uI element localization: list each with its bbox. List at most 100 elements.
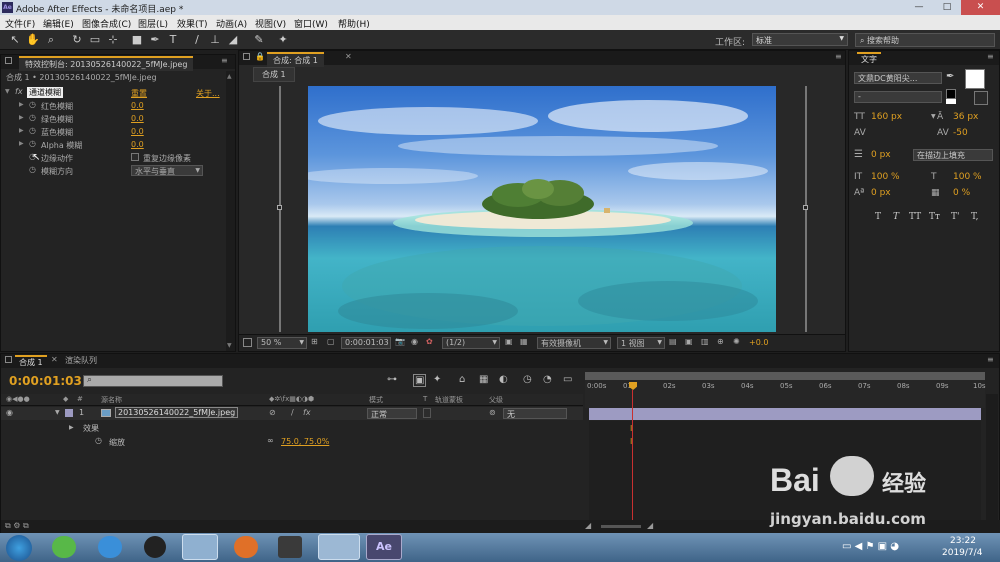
faux-italic-button[interactable]: T — [893, 212, 899, 222]
layer-search-input[interactable]: ⌕ — [83, 375, 223, 387]
resolution-select[interactable]: (1/2) ▼ — [442, 337, 500, 349]
lock-icon[interactable]: 🔒 — [255, 52, 265, 61]
label-color-swatch[interactable] — [65, 409, 73, 417]
effect-name[interactable]: 通道模糊 — [27, 87, 63, 98]
graph-editor-icon[interactable]: ▭ — [563, 374, 572, 385]
expand-arrow-icon[interactable]: ▶ — [19, 114, 24, 121]
close-button[interactable]: ✕ — [961, 0, 1000, 15]
stopwatch-icon[interactable]: ◷ — [29, 165, 36, 174]
exposure-value[interactable]: +0.0 — [749, 338, 768, 347]
tab-render-queue[interactable]: 渲染队列 — [65, 355, 97, 366]
pen-tool-icon[interactable]: ✒ — [148, 33, 162, 47]
clock-date[interactable]: 2019/7/4 — [942, 548, 982, 558]
expand-arrow-icon[interactable]: ▶ — [19, 140, 24, 147]
panel-menu-icon[interactable] — [243, 53, 250, 60]
expand-arrow-icon[interactable]: ▼ — [55, 409, 60, 416]
keyframe-marker[interactable]: I — [630, 424, 632, 433]
white-swatch[interactable] — [946, 99, 956, 104]
stopwatch-icon[interactable]: ◔ — [543, 374, 552, 385]
clone-stamp-tool-icon[interactable]: ⊥ — [208, 33, 222, 47]
scroll-down-icon[interactable]: ▼ — [227, 342, 232, 349]
zoom-out-icon[interactable]: ◢ — [585, 521, 591, 530]
time-ruler[interactable]: 0:00s 01s 02s 03s 04s 05s 06s 07s 08s 09… — [585, 372, 986, 408]
fx-icon[interactable]: fx — [15, 87, 23, 96]
stopwatch-icon[interactable]: ◷ — [29, 113, 36, 122]
composition-viewer[interactable] — [308, 86, 776, 332]
exposure-icon[interactable]: ✺ — [733, 337, 740, 346]
expand-arrow-icon[interactable]: ▶ — [19, 101, 24, 108]
type-tool-icon[interactable]: T — [166, 33, 180, 47]
rectangle-tool-icon[interactable]: ■ — [130, 33, 144, 47]
current-time-display[interactable]: 0:00:01:03 — [9, 374, 82, 388]
channel-icon[interactable]: ✿ — [426, 337, 433, 346]
ie-browser-icon[interactable] — [98, 536, 122, 558]
stroke-color-swatch[interactable] — [974, 91, 988, 105]
eyedropper-icon[interactable]: ✒ — [946, 71, 954, 82]
scroll-up-icon[interactable]: ▲ — [227, 73, 232, 80]
layer-row[interactable]: ◉ ▼ 1 20130526140022_5fMJe.jpeg ⊘ / fx 正… — [1, 407, 583, 420]
panel-options-icon[interactable]: ≡ — [221, 56, 228, 65]
notepad-taskbar-icon[interactable] — [318, 534, 360, 560]
zoom-select[interactable]: 50 % ▼ — [257, 337, 307, 349]
panel-menu-icon[interactable] — [5, 57, 12, 64]
subscript-button[interactable]: T, — [971, 212, 979, 222]
baseline-shift-value[interactable]: 0 px — [871, 188, 891, 198]
repeat-edge-checkbox[interactable] — [131, 153, 139, 161]
blur-direction-select[interactable]: 水平与垂直 ▼ — [131, 165, 203, 176]
zoom-slider[interactable] — [601, 525, 641, 528]
tab-composition[interactable]: 合成: 合成 1 — [267, 52, 324, 67]
stopwatch-icon[interactable]: ◷ — [29, 100, 36, 109]
scale-value[interactable]: 75.0, 75.0% — [281, 437, 329, 446]
comp-mini-flowchart-icon[interactable]: ⊶ — [387, 374, 397, 385]
param-value[interactable]: 0.0 — [131, 101, 144, 110]
preserve-transparency-checkbox[interactable] — [423, 408, 431, 418]
search-help-input[interactable]: ⌕ 搜索帮助 — [855, 33, 995, 47]
mask-visibility-icon[interactable]: ▢ — [327, 337, 335, 346]
stroke-mode-select[interactable]: 在描边上填充 — [913, 149, 993, 161]
tab-character[interactable]: 文字 — [857, 52, 881, 65]
camera-select[interactable]: 有效摄像机 ▼ — [537, 337, 611, 349]
timeline-scrollbar[interactable] — [986, 394, 998, 530]
font-family-select[interactable]: 文鼎DC黄阳尖... — [854, 72, 942, 84]
eraser-tool-icon[interactable]: ◢ — [226, 33, 240, 47]
subtab-comp[interactable]: 合成 1 — [253, 67, 295, 82]
tab-close-icon[interactable]: ✕ — [345, 52, 352, 61]
toggle-switches-icon[interactable]: ⧉ ⚙ ⧉ — [5, 521, 29, 531]
draft-3d-icon[interactable]: ▣ — [413, 374, 427, 387]
menu-file[interactable]: 文件(F) — [5, 17, 35, 30]
layer-duration-bar[interactable] — [589, 408, 981, 420]
param-value[interactable]: 0.0 — [131, 127, 144, 136]
minimize-button[interactable]: — — [905, 0, 933, 15]
maximize-button[interactable]: □ — [933, 0, 961, 15]
col-t[interactable]: T — [423, 395, 427, 403]
small-caps-button[interactable]: Tт — [929, 212, 940, 222]
panel-options-icon[interactable]: ≡ — [835, 52, 842, 61]
col-parent[interactable]: 父级 — [489, 395, 503, 405]
stopwatch-icon[interactable]: ◷ — [29, 126, 36, 135]
about-link[interactable]: 关于... — [196, 88, 220, 99]
firefox-icon[interactable] — [234, 536, 258, 558]
menu-edit[interactable]: 编辑(E) — [43, 17, 74, 30]
col-trkmat[interactable]: 轨道蒙板 — [435, 395, 463, 405]
font-style-select[interactable]: - — [854, 91, 942, 103]
auto-keyframe-icon[interactable]: ◷ — [523, 374, 532, 385]
tab-comp-timeline[interactable]: 合成 1 — [15, 355, 47, 368]
clock-time[interactable]: 23:22 — [950, 536, 976, 546]
parent-pickwhip-icon[interactable]: ⊚ — [489, 408, 496, 417]
brush-tool-icon[interactable]: / — [190, 33, 204, 47]
start-button[interactable] — [6, 535, 32, 561]
timeline-tracks[interactable] — [589, 421, 981, 531]
tray-icons[interactable]: ▭ ◀ ⚑ ▣ ◕ — [842, 541, 899, 552]
font-size-value[interactable]: 160 px — [871, 112, 902, 122]
fast-previews-icon[interactable]: ▣ — [685, 337, 693, 346]
panel-options-icon[interactable]: ≡ — [987, 52, 994, 61]
expand-arrow-icon[interactable]: ▶ — [69, 424, 74, 431]
puppet-tool-icon[interactable]: ✦ — [276, 33, 290, 47]
panel-menu-icon[interactable] — [5, 356, 12, 363]
camera-tool-icon[interactable]: ▭ — [88, 33, 102, 47]
transparency-grid-icon[interactable]: ▦ — [520, 337, 528, 346]
col-source-name[interactable]: 源名称 — [101, 395, 122, 405]
motion-blur-icon[interactable]: ▦ — [479, 374, 488, 385]
brainstorm-icon[interactable]: ◐ — [499, 374, 508, 385]
guide-handle[interactable] — [277, 205, 282, 210]
